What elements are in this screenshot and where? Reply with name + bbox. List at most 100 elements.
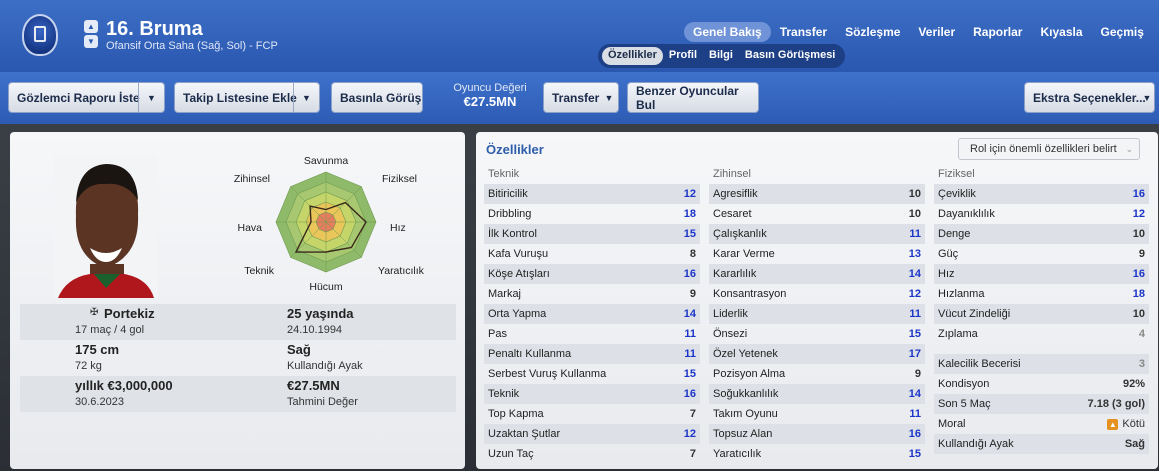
attribute-value: 12 bbox=[908, 288, 921, 300]
attribute-row[interactable]: Hız 16 bbox=[934, 264, 1149, 284]
nation-name[interactable]: Portekiz bbox=[104, 306, 155, 321]
attribute-row[interactable]: Vücut Zindeliği 10 bbox=[934, 304, 1149, 324]
subtab-info[interactable]: Bilgi bbox=[703, 47, 739, 65]
attribute-row[interactable]: Serbest Vuruş Kullanma 15 bbox=[484, 364, 700, 384]
attribute-value: 92% bbox=[1122, 378, 1145, 390]
attribute-row[interactable]: Zıplama 4 bbox=[934, 324, 1149, 344]
height-value: 175 cm bbox=[75, 342, 120, 357]
attribute-row[interactable]: Dayanıklılık 12 bbox=[934, 204, 1149, 224]
tab-stats[interactable]: Veriler bbox=[909, 22, 964, 42]
next-player-icon[interactable]: ▼ bbox=[84, 35, 98, 48]
attribute-name: Kararlılık bbox=[713, 268, 757, 280]
attribute-row[interactable]: Kararlılık 14 bbox=[709, 264, 925, 284]
attribute-row[interactable]: Markaj 9 bbox=[484, 284, 700, 304]
attribute-row[interactable]: Konsantrasyon 12 bbox=[709, 284, 925, 304]
attribute-name: Soğukkanlılık bbox=[713, 388, 779, 400]
attribute-row[interactable]: Pozisyon Alma 9 bbox=[709, 364, 925, 384]
tab-reports[interactable]: Raporlar bbox=[964, 22, 1031, 42]
attribute-row[interactable]: Teknik 16 bbox=[484, 384, 700, 404]
subtab-press[interactable]: Basın Görüşmesi bbox=[739, 47, 841, 65]
tab-compare[interactable]: Kıyasla bbox=[1031, 22, 1091, 42]
attribute-name: Kullandığı Ayak bbox=[938, 438, 1014, 450]
attribute-row[interactable]: Güç 9 bbox=[934, 244, 1149, 264]
transfer-button[interactable]: Transfer ▼ bbox=[543, 82, 619, 113]
physical-header: Fiziksel bbox=[938, 168, 975, 180]
subtab-attributes[interactable]: Özellikler bbox=[602, 47, 663, 65]
attribute-row[interactable]: Agresiflik 10 bbox=[709, 184, 925, 204]
attribute-name: Çalışkanlık bbox=[713, 228, 767, 240]
attribute-row[interactable]: Topsuz Alan 16 bbox=[709, 424, 925, 444]
attribute-row[interactable]: Kafa Vuruşu 8 bbox=[484, 244, 700, 264]
attribute-row[interactable]: Karar Verme 13 bbox=[709, 244, 925, 264]
attribute-row[interactable]: Denge 10 bbox=[934, 224, 1149, 244]
attribute-value: 16 bbox=[1132, 188, 1145, 200]
subtab-profile[interactable]: Profil bbox=[663, 47, 703, 65]
tab-contract[interactable]: Sözleşme bbox=[836, 22, 909, 42]
attribute-row[interactable]: Top Kapma 7 bbox=[484, 404, 700, 424]
attribute-value: 7 bbox=[689, 448, 696, 460]
chevron-down-icon[interactable]: ▼ bbox=[600, 83, 618, 112]
contract-end-date: 30.6.2023 bbox=[75, 396, 124, 408]
attribute-row[interactable]: Uzun Taç 7 bbox=[484, 444, 700, 464]
attribute-row[interactable]: Kondisyon 92% bbox=[934, 374, 1149, 394]
attributes-panel: Özellikler Rol için önemli özellikleri b… bbox=[476, 132, 1158, 469]
attribute-row[interactable]: Bitiricilik 12 bbox=[484, 184, 700, 204]
attribute-name: Dayanıklılık bbox=[938, 208, 995, 220]
attribute-row[interactable]: Liderlik 11 bbox=[709, 304, 925, 324]
attribute-row[interactable]: Dribbling 18 bbox=[484, 204, 700, 224]
mental-header: Zihinsel bbox=[713, 168, 751, 180]
attribute-row[interactable]: Kullandığı Ayak Sağ bbox=[934, 434, 1149, 454]
estimated-value-label: Tahmini Değer bbox=[287, 396, 358, 408]
radar-label: Teknik bbox=[244, 265, 275, 277]
extra-options-button[interactable]: Ekstra Seçenekler... ▼ bbox=[1024, 82, 1155, 113]
attribute-row[interactable]: Orta Yapma 14 bbox=[484, 304, 700, 324]
role-attributes-dropdown[interactable]: Rol için önemli özellikleri belirt ⌄ bbox=[958, 138, 1140, 160]
attribute-name: Konsantrasyon bbox=[713, 288, 787, 300]
attribute-name: Özel Yetenek bbox=[713, 348, 778, 360]
tab-transfer[interactable]: Transfer bbox=[771, 22, 836, 42]
attribute-name: Serbest Vuruş Kullanma bbox=[488, 368, 607, 380]
attribute-row[interactable]: Kalecilik Becerisi 3 bbox=[934, 354, 1149, 374]
attribute-row[interactable]: Önsezi 15 bbox=[709, 324, 925, 344]
attribute-row[interactable]: Moral ▲ Kötü bbox=[934, 414, 1149, 434]
attribute-row[interactable]: Cesaret 10 bbox=[709, 204, 925, 224]
press-button[interactable]: Basınla Görüş bbox=[331, 82, 423, 113]
attribute-value: 7 bbox=[689, 408, 696, 420]
attribute-row[interactable]: Özel Yetenek 17 bbox=[709, 344, 925, 364]
attribute-row[interactable]: İlk Kontrol 15 bbox=[484, 224, 700, 244]
attribute-row[interactable]: Son 5 Maç 7.18 (3 gol) bbox=[934, 394, 1149, 414]
attribute-row[interactable]: Yaratıcılık 15 bbox=[709, 444, 925, 464]
technical-header: Teknik bbox=[488, 168, 520, 180]
attribute-value: 13 bbox=[908, 248, 921, 260]
attribute-row[interactable]: Pas 11 bbox=[484, 324, 700, 344]
attribute-row[interactable]: Uzaktan Şutlar 12 bbox=[484, 424, 700, 444]
player-position: Ofansif Orta Saha (Sağ, Sol) - FCP bbox=[106, 40, 278, 52]
attribute-row[interactable]: Penaltı Kullanma 11 bbox=[484, 344, 700, 364]
attribute-row[interactable]: Soğukkanlılık 14 bbox=[709, 384, 925, 404]
attribute-name: Pas bbox=[488, 328, 507, 340]
shortlist-button[interactable]: Takip Listesine Ekle ▼ bbox=[174, 82, 320, 113]
wage-value: yıllık €3,000,000 bbox=[75, 378, 173, 393]
chevron-down-icon[interactable]: ▼ bbox=[1140, 83, 1154, 112]
player-value-amount: €27.5MN bbox=[463, 94, 517, 109]
attribute-value: 10 bbox=[908, 188, 921, 200]
attribute-row[interactable]: Takım Oyunu 11 bbox=[709, 404, 925, 424]
tab-history[interactable]: Geçmiş bbox=[1092, 22, 1153, 42]
scout-report-button[interactable]: Gözlemci Raporu İste ▼ bbox=[8, 82, 165, 113]
attribute-row[interactable]: Çeviklik 16 bbox=[934, 184, 1149, 204]
chevron-down-icon[interactable]: ▼ bbox=[293, 83, 319, 112]
attribute-row[interactable]: Hızlanma 18 bbox=[934, 284, 1149, 304]
attribute-name: Hızlanma bbox=[938, 288, 985, 300]
attribute-name: Cesaret bbox=[713, 208, 752, 220]
attribute-row[interactable]: Çalışkanlık 11 bbox=[709, 224, 925, 244]
similar-players-button[interactable]: Benzer Oyuncular Bul bbox=[627, 82, 759, 113]
radar-label: Hız bbox=[390, 222, 406, 234]
tab-overview[interactable]: Genel Bakış bbox=[684, 22, 771, 42]
previous-player-icon[interactable]: ▲ bbox=[84, 20, 98, 33]
attribute-row[interactable]: Köşe Atışları 16 bbox=[484, 264, 700, 284]
transfer-label: Transfer bbox=[552, 90, 600, 105]
attribute-name: Kondisyon bbox=[938, 378, 990, 390]
attribute-name: Hız bbox=[938, 268, 955, 280]
international-caps: 17 maç / 4 gol bbox=[75, 324, 145, 336]
chevron-down-icon[interactable]: ▼ bbox=[138, 83, 164, 112]
